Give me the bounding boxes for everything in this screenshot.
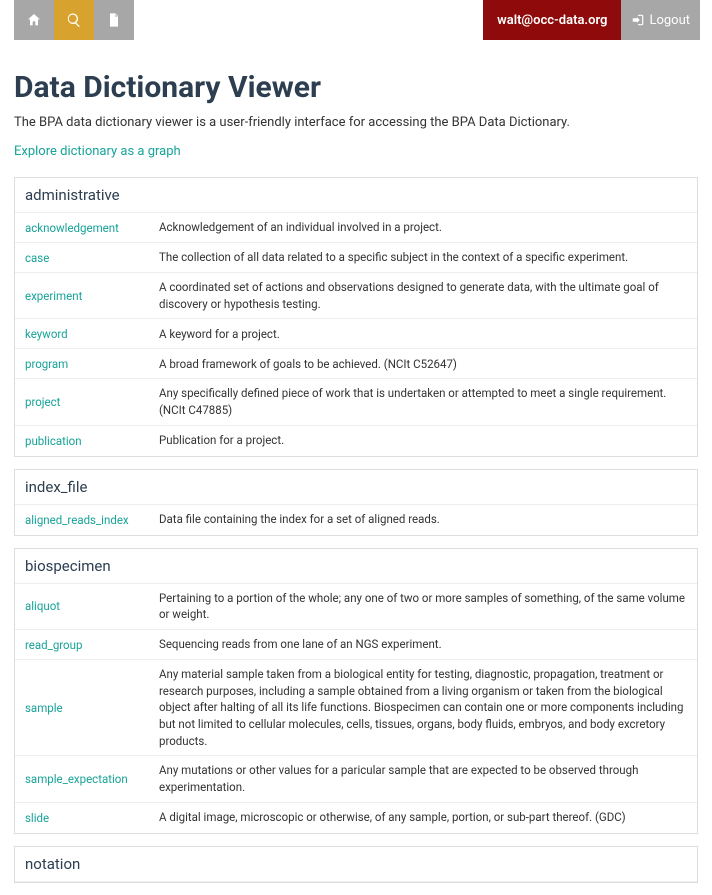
dictionary-row: sample_expectationAny mutations or other… (15, 756, 697, 802)
home-button[interactable] (14, 0, 54, 40)
term-link[interactable]: keyword (25, 327, 159, 341)
page-subtitle: The BPA data dictionary viewer is a user… (14, 115, 698, 130)
search-icon (66, 12, 82, 28)
files-button[interactable] (94, 0, 134, 40)
section-header: administrative (15, 178, 697, 213)
term-description: Any specifically defined piece of work t… (159, 385, 687, 418)
term-link[interactable]: case (25, 251, 159, 265)
nav-buttons (14, 0, 134, 40)
term-description: Acknowledgement of an individual involve… (159, 219, 687, 236)
term-description: Sequencing reads from one lane of an NGS… (159, 636, 687, 653)
dictionary-row: aliquotPertaining to a portion of the wh… (15, 584, 697, 630)
term-link[interactable]: acknowledgement (25, 221, 159, 235)
term-link[interactable]: sample (25, 701, 159, 715)
term-link[interactable]: experiment (25, 289, 159, 303)
dictionary-row: caseThe collection of all data related t… (15, 243, 697, 273)
term-link[interactable]: aligned_reads_index (25, 513, 159, 527)
term-link[interactable]: publication (25, 434, 159, 448)
section-header: biospecimen (15, 549, 697, 584)
dictionary-row: aligned_reads_indexData file containing … (15, 505, 697, 535)
term-description: A coordinated set of actions and observa… (159, 279, 687, 312)
section-biospecimen: biospecimenaliquotPertaining to a portio… (14, 548, 698, 834)
dictionary-row: slideA digital image, microscopic or oth… (15, 803, 697, 833)
content: Data Dictionary Viewer The BPA data dict… (0, 40, 712, 883)
section-header: index_file (15, 470, 697, 505)
section-index_file: index_filealigned_reads_indexData file c… (14, 469, 698, 536)
term-link[interactable]: aliquot (25, 599, 159, 613)
section-administrative: administrativeacknowledgementAcknowledge… (14, 177, 698, 457)
term-description: Publication for a project. (159, 432, 687, 449)
term-link[interactable]: program (25, 357, 159, 371)
dictionary-row: sampleAny material sample taken from a b… (15, 660, 697, 756)
home-icon (26, 12, 42, 28)
logout-icon (631, 13, 645, 27)
term-description: A digital image, microscopic or otherwis… (159, 809, 687, 826)
user-email-chip[interactable]: walt@occ-data.org (483, 0, 621, 40)
term-description: The collection of all data related to a … (159, 249, 687, 266)
dictionary-row: acknowledgementAcknowledgement of an ind… (15, 213, 697, 243)
logout-button[interactable]: Logout (621, 0, 700, 40)
search-button[interactable] (54, 0, 94, 40)
term-link[interactable]: read_group (25, 638, 159, 652)
term-description: A broad framework of goals to be achieve… (159, 356, 687, 373)
dictionary-row: read_groupSequencing reads from one lane… (15, 630, 697, 660)
page-title: Data Dictionary Viewer (14, 70, 698, 105)
term-description: A keyword for a project. (159, 326, 687, 343)
dictionary-row: programA broad framework of goals to be … (15, 349, 697, 379)
explore-graph-link[interactable]: Explore dictionary as a graph (14, 144, 181, 159)
term-description: Any material sample taken from a biologi… (159, 666, 687, 749)
logout-label: Logout (649, 13, 690, 28)
term-description: Data file containing the index for a set… (159, 511, 687, 528)
term-link[interactable]: slide (25, 811, 159, 825)
file-icon (106, 12, 122, 28)
dictionary-row: experimentA coordinated set of actions a… (15, 273, 697, 319)
dictionary-row: projectAny specifically defined piece of… (15, 379, 697, 425)
term-link[interactable]: sample_expectation (25, 772, 159, 786)
section-header: notation (15, 847, 697, 882)
section-notation: notation (14, 846, 698, 883)
dictionary-row: keywordA keyword for a project. (15, 319, 697, 349)
term-link[interactable]: project (25, 395, 159, 409)
dictionary-row: publicationPublication for a project. (15, 426, 697, 456)
term-description: Any mutations or other values for a pari… (159, 762, 687, 795)
term-description: Pertaining to a portion of the whole; an… (159, 590, 687, 623)
topbar: walt@occ-data.org Logout (0, 0, 712, 40)
